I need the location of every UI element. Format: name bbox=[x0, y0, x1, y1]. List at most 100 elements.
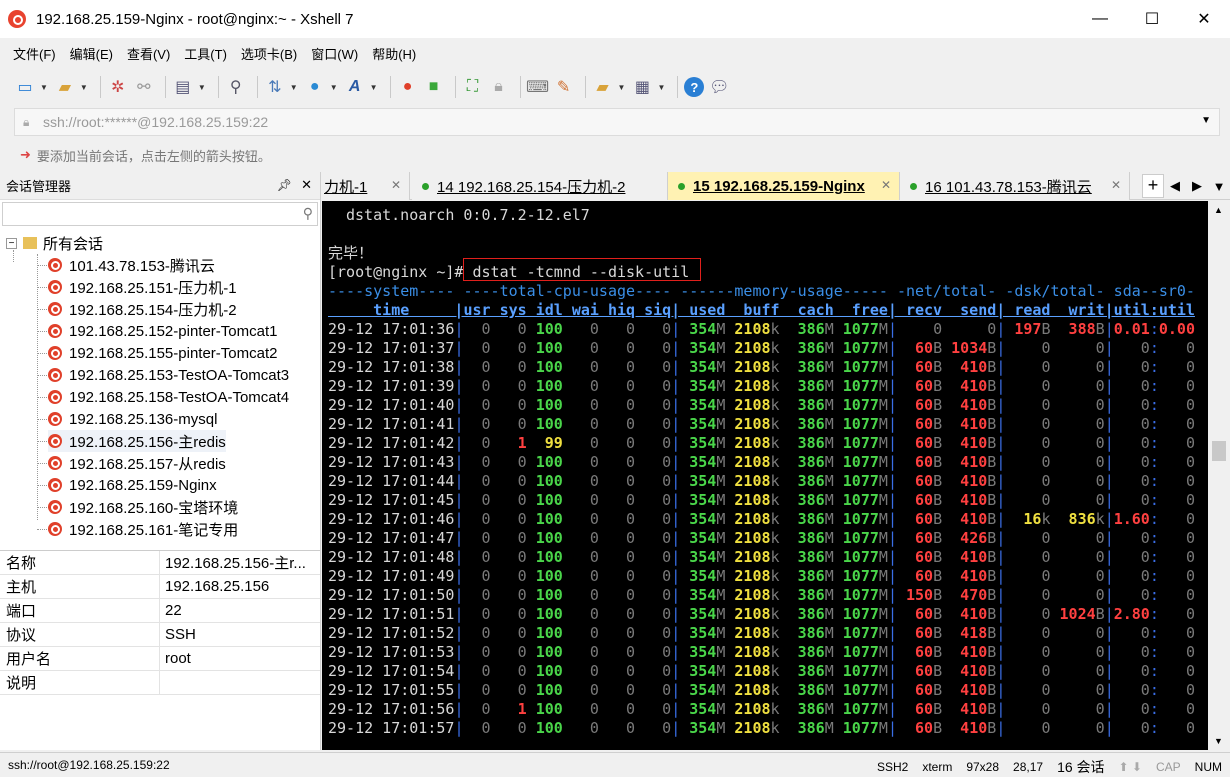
net-recv: 0 bbox=[896, 320, 943, 338]
mem-free: 1077 bbox=[833, 681, 879, 699]
separator: | bbox=[996, 529, 1006, 547]
cpu-siq: 0 bbox=[635, 396, 672, 414]
session-item[interactable]: 192.168.25.136-mysql bbox=[48, 408, 217, 430]
mem-buff-unit: k bbox=[770, 339, 780, 357]
address-input[interactable]: ssh://root:******@192.168.25.159:22 bbox=[43, 114, 268, 130]
mem-used: 354 bbox=[680, 548, 717, 566]
font-dropdown-icon[interactable]: ▼ bbox=[370, 83, 378, 92]
tab-scroll-left-icon[interactable]: ◀ bbox=[1164, 178, 1186, 194]
net-send-unit: B bbox=[987, 567, 997, 585]
close-button[interactable]: ✕ bbox=[1178, 0, 1230, 38]
mem-free-unit: M bbox=[878, 377, 888, 395]
session-item[interactable]: 192.168.25.153-TestOA-Tomcat3 bbox=[48, 364, 289, 386]
tab-scroll-right-icon[interactable]: ▶ bbox=[1186, 178, 1208, 194]
disconnect-icon[interactable]: ⚯ bbox=[133, 76, 155, 98]
separator: : bbox=[1149, 320, 1159, 338]
tab-close-icon[interactable]: ✕ bbox=[881, 178, 891, 192]
globe-icon[interactable]: ● bbox=[304, 76, 326, 98]
properties-dropdown-icon[interactable]: ▼ bbox=[198, 83, 206, 92]
transfer-icon[interactable]: ⇅ bbox=[264, 76, 286, 98]
tab-close-icon[interactable]: ✕ bbox=[1111, 178, 1121, 192]
close-icon[interactable]: ✕ bbox=[301, 177, 312, 193]
chevron-down-icon[interactable]: ▼ bbox=[1201, 115, 1211, 126]
properties-icon[interactable]: ▤ bbox=[172, 76, 194, 98]
layout-dropdown-icon[interactable]: ▼ bbox=[657, 83, 665, 92]
arrow-icon[interactable]: ➜ bbox=[20, 147, 31, 163]
font-icon[interactable]: A bbox=[344, 76, 366, 98]
session-item[interactable]: 192.168.25.157-从redis bbox=[48, 452, 226, 474]
search-icon[interactable]: ⚲ bbox=[303, 205, 313, 222]
keyboard-icon[interactable]: ⌨ bbox=[526, 76, 549, 98]
find-icon[interactable]: ⚲ bbox=[225, 76, 247, 98]
terminal-scrollbar[interactable]: ▲ ▼ bbox=[1208, 201, 1230, 750]
highlight-icon[interactable]: ✎ bbox=[553, 76, 575, 98]
reconnect-icon[interactable]: ✲ bbox=[107, 76, 129, 98]
row-time: 29-12 17:01:51 bbox=[328, 605, 455, 623]
new-session-dropdown-icon[interactable]: ▼ bbox=[40, 83, 48, 92]
terminal[interactable]: dstat.noarch 0:0.7.2-12.el7 完毕！ [root@ng… bbox=[322, 201, 1208, 750]
chat-icon[interactable]: 💬︎ bbox=[708, 76, 730, 98]
menu-tab[interactable]: 选项卡(B) bbox=[241, 44, 297, 63]
cpu-hiq: 0 bbox=[598, 415, 636, 433]
dstat-row: 29-12 17:01:53| 0 0 100 0 0 0| 354M 2108… bbox=[328, 643, 1195, 662]
tab-16[interactable]: 16 101.43.78.153-腾讯云 ✕ bbox=[900, 172, 1130, 200]
session-search-input[interactable]: ⚲ bbox=[2, 202, 318, 226]
net-recv: 60 bbox=[896, 434, 934, 452]
scroll-down-icon[interactable]: ▼ bbox=[1214, 736, 1223, 746]
scroll-thumb[interactable] bbox=[1212, 441, 1226, 461]
session-item[interactable]: 101.43.78.153-腾讯云 bbox=[48, 254, 215, 276]
tree-root[interactable]: − 所有会话 bbox=[6, 232, 103, 254]
mem-free: 1077 bbox=[833, 700, 879, 718]
tab-14[interactable]: 14 192.168.25.154-压力机-2 bbox=[412, 172, 668, 200]
session-item[interactable]: 192.168.25.161-笔记专用 bbox=[48, 518, 238, 540]
property-value bbox=[160, 671, 320, 694]
menu-file[interactable]: 文件(F) bbox=[13, 44, 56, 63]
fullscreen-icon[interactable]: ⛶ bbox=[462, 76, 484, 98]
menu-view[interactable]: 查看(V) bbox=[127, 44, 170, 63]
minimize-button[interactable]: — bbox=[1074, 0, 1126, 38]
cpu-sys: 0 bbox=[490, 681, 527, 699]
session-item[interactable]: 192.168.25.155-pinter-Tomcat2 bbox=[48, 342, 277, 364]
session-item[interactable]: 192.168.25.158-TestOA-Tomcat4 bbox=[48, 386, 289, 408]
session-item[interactable]: 192.168.25.151-压力机-1 bbox=[48, 276, 237, 298]
xshell-icon[interactable]: ● bbox=[397, 76, 419, 98]
collapse-icon[interactable]: − bbox=[6, 237, 17, 249]
menu-edit[interactable]: 编辑(E) bbox=[70, 44, 113, 63]
open-dropdown-icon[interactable]: ▼ bbox=[80, 83, 88, 92]
session-item[interactable]: 192.168.25.160-宝塔环境 bbox=[48, 496, 238, 518]
property-value: SSH bbox=[165, 626, 196, 643]
property-value: 192.168.25.156-主r... bbox=[165, 555, 306, 572]
tab-15[interactable]: 15 192.168.25.159-Nginx ✕ bbox=[668, 172, 900, 200]
session-item[interactable]: 192.168.25.159-Nginx bbox=[48, 474, 217, 496]
mem-used: 354 bbox=[680, 377, 717, 395]
menu-tools[interactable]: 工具(T) bbox=[184, 44, 227, 63]
lock-icon[interactable]: 🔒︎ bbox=[488, 76, 510, 98]
session-item[interactable]: 192.168.25.156-主redis bbox=[48, 430, 226, 452]
cpu-idl: 100 bbox=[526, 605, 563, 623]
tab-close-icon[interactable]: ✕ bbox=[391, 178, 401, 192]
separator: | bbox=[1104, 415, 1114, 433]
cpu-idl: 100 bbox=[526, 548, 563, 566]
menu-window[interactable]: 窗口(W) bbox=[311, 44, 358, 63]
new-tab-icon[interactable]: ▰ bbox=[592, 76, 614, 98]
session-item[interactable]: 192.168.25.154-压力机-2 bbox=[48, 298, 237, 320]
maximize-button[interactable]: ☐ bbox=[1126, 0, 1178, 38]
scroll-up-icon[interactable]: ▲ bbox=[1214, 205, 1223, 215]
tab-13[interactable]: 力机-1 ✕ bbox=[322, 172, 410, 200]
tab-menu-icon[interactable]: ▼ bbox=[1208, 179, 1230, 194]
menu-help[interactable]: 帮助(H) bbox=[372, 44, 416, 63]
transfer-dropdown-icon[interactable]: ▼ bbox=[290, 83, 298, 92]
help-icon[interactable]: ? bbox=[684, 77, 705, 97]
net-recv: 60 bbox=[896, 529, 934, 547]
new-session-icon[interactable]: ▭ bbox=[14, 76, 36, 98]
xftp-icon[interactable]: ■ bbox=[423, 76, 445, 98]
globe-dropdown-icon[interactable]: ▼ bbox=[330, 83, 338, 92]
new-tab-dropdown-icon[interactable]: ▼ bbox=[618, 83, 626, 92]
session-item[interactable]: 192.168.25.152-pinter-Tomcat1 bbox=[48, 320, 277, 342]
layout-icon[interactable]: ▦ bbox=[631, 76, 653, 98]
dstat-row: 29-12 17:01:52| 0 0 100 0 0 0| 354M 2108… bbox=[328, 624, 1195, 643]
address-bar[interactable]: 🔒︎ ssh://root:******@192.168.25.159:22 ▼ bbox=[14, 108, 1220, 136]
open-folder-icon[interactable]: ▰ bbox=[54, 76, 76, 98]
pin-icon[interactable]: 📌︎ bbox=[277, 178, 292, 192]
add-tab-icon[interactable]: + bbox=[1142, 174, 1164, 198]
